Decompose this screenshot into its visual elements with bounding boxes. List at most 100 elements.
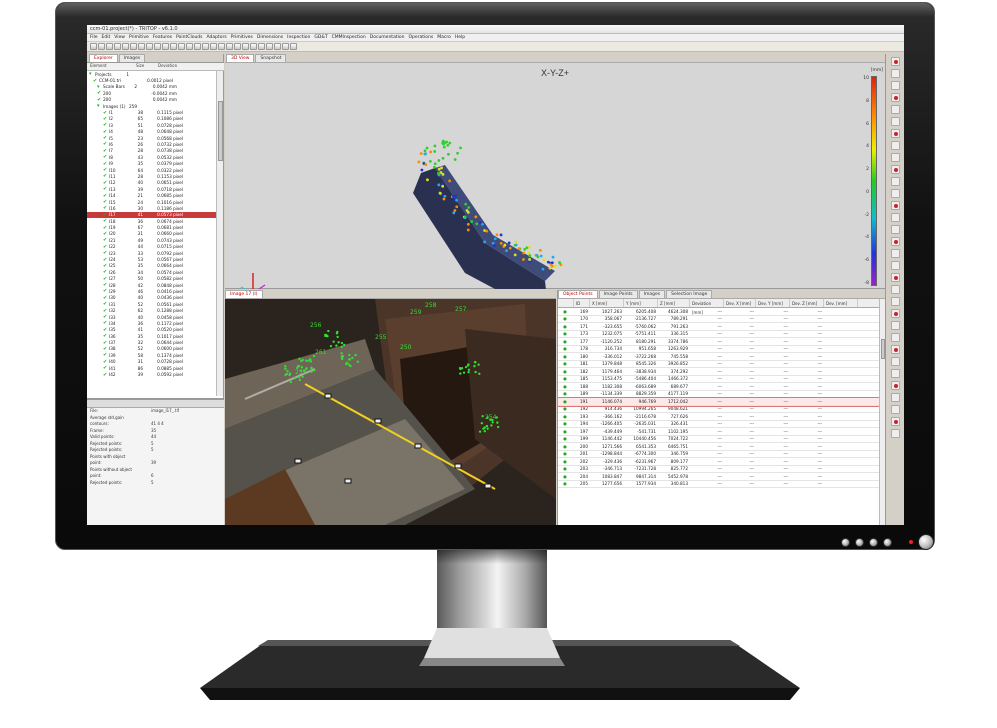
tool-icon[interactable]: [890, 297, 900, 306]
tool-icon[interactable]: [890, 429, 900, 438]
table-row[interactable]: ● 204 1083.847 9847.314 5452.978 --- --- --- ---: [558, 473, 879, 481]
check-icon[interactable]: ✔: [103, 327, 107, 332]
table-row[interactable]: ● 200 1271.566 6541.353 6465.751 --- --- --- ---: [558, 443, 879, 451]
toolbar-button[interactable]: [210, 43, 217, 50]
check-icon[interactable]: ✔: [103, 123, 107, 128]
toolbar-button[interactable]: [114, 43, 121, 50]
camera-image-view[interactable]: 257 259 256 252 250 258 261 255 254: [225, 299, 556, 525]
check-icon[interactable]: ✔: [103, 289, 107, 294]
check-icon[interactable]: ✔: [103, 168, 107, 173]
tool-icon[interactable]: [890, 93, 900, 102]
check-icon[interactable]: ✔: [103, 257, 107, 262]
tree-row[interactable]: ✔ I42 39 0.0592 pixel: [87, 371, 217, 377]
check-icon[interactable]: ✔: [103, 212, 107, 217]
column-header[interactable]: X [mm]: [590, 299, 624, 307]
table-tab[interactable]: Images: [638, 290, 666, 298]
table-row[interactable]: ● 205 1277.656 1577.934 340.813 --- --- --- ---: [558, 481, 879, 488]
column-header[interactable]: ID: [574, 299, 590, 307]
tool-icon[interactable]: [890, 57, 900, 66]
menu-item[interactable]: Primitive: [129, 35, 149, 40]
tool-icon[interactable]: [890, 129, 900, 138]
table-row[interactable]: ● 193 -366.162 -2116.678 727.626 --- --- --- ---: [558, 413, 879, 421]
tool-icon[interactable]: [890, 333, 900, 342]
check-icon[interactable]: ✔: [103, 174, 107, 179]
menu-item[interactable]: Macro: [437, 35, 451, 40]
toolbar-button[interactable]: [202, 43, 209, 50]
check-icon[interactable]: ✔: [103, 302, 107, 307]
tool-icon[interactable]: [890, 285, 900, 294]
tool-icon[interactable]: [890, 69, 900, 78]
check-icon[interactable]: ✔: [103, 225, 107, 230]
toolbar-button[interactable]: [98, 43, 105, 50]
tool-icon[interactable]: [890, 249, 900, 258]
table-row[interactable]: ● 173 1232.075 -5751.411 336.315 --- --- --- ---: [558, 331, 879, 338]
tool-icon[interactable]: [890, 381, 900, 390]
tool-icon[interactable]: [890, 345, 900, 354]
toolbar-button[interactable]: [154, 43, 161, 50]
tool-icon[interactable]: [890, 417, 900, 426]
table-row[interactable]: ● 188 1182.308 -6063.689 689.677 --- --- --- ---: [558, 383, 879, 391]
toolbar-button[interactable]: [242, 43, 249, 50]
table-row[interactable]: ● 191 1146.074 946.769 1712.042 --- --- --- ---: [558, 397, 879, 407]
tool-icon[interactable]: [890, 261, 900, 270]
check-icon[interactable]: ✔: [103, 193, 107, 198]
menu-item[interactable]: Documentation: [370, 35, 405, 40]
toolbar-button[interactable]: [146, 43, 153, 50]
check-icon[interactable]: ✔: [103, 366, 107, 371]
menu-item[interactable]: Operations: [408, 35, 433, 40]
menu-item[interactable]: Primitives: [231, 35, 253, 40]
tab-3d-view[interactable]: 3D View: [226, 54, 255, 62]
table-row[interactable]: ● 169 1027.263 6205.408 4624.308 --- --- --- ---: [558, 308, 879, 316]
tab-images[interactable]: Images: [118, 54, 146, 62]
table-scroll-thumb[interactable]: [881, 339, 885, 359]
check-icon[interactable]: ✔: [103, 129, 107, 134]
tool-icon[interactable]: [890, 141, 900, 150]
check-icon[interactable]: ✔: [103, 148, 107, 153]
check-icon[interactable]: ✔: [103, 372, 107, 377]
table-row[interactable]: ● 181 1379.848 8545.326 3926.852 --- --- --- ---: [558, 361, 879, 368]
toolbar-button[interactable]: [218, 43, 225, 50]
table-row[interactable]: ● 202 -329.436 -6231.967 809.177 --- --- --- ---: [558, 458, 879, 466]
menu-item[interactable]: Dimensions: [257, 35, 283, 40]
menu-item[interactable]: GD&T: [314, 35, 327, 40]
tab-explorer[interactable]: Explorer: [89, 54, 118, 62]
check-icon[interactable]: ✔: [103, 231, 107, 236]
toolbar-button[interactable]: [258, 43, 265, 50]
toolbar-button[interactable]: [226, 43, 233, 50]
check-icon[interactable]: ✔: [103, 359, 107, 364]
check-icon[interactable]: ✔: [103, 321, 107, 326]
menu-item[interactable]: Features: [153, 35, 172, 40]
toolbar-button[interactable]: [274, 43, 281, 50]
check-icon[interactable]: ▾: [97, 104, 101, 109]
menu-item[interactable]: PointClouds: [176, 35, 202, 40]
toolbar-button[interactable]: [130, 43, 137, 50]
power-button[interactable]: [918, 534, 934, 550]
toolbar-button[interactable]: [194, 43, 201, 50]
toolbar-button[interactable]: [122, 43, 129, 50]
table-row[interactable]: ● 177 -1120.252 8180.291 3374.786 --- --- --- --…: [558, 338, 879, 346]
tool-icon[interactable]: [890, 393, 900, 402]
table-tab[interactable]: Selection Image: [666, 290, 713, 298]
check-icon[interactable]: ✔: [103, 238, 107, 243]
tree-scroll-thumb[interactable]: [218, 101, 223, 161]
monitor-button[interactable]: [855, 537, 864, 547]
table-row[interactable]: ● 197 -439.449 -541.731 1102.195 --- --- --- ---: [558, 428, 879, 436]
tool-icon[interactable]: [890, 321, 900, 330]
tool-icon[interactable]: [890, 189, 900, 198]
column-header[interactable]: Z [mm]: [658, 299, 690, 307]
menu-item[interactable]: Edit: [102, 35, 111, 40]
check-icon[interactable]: ✔: [103, 346, 107, 351]
table-row[interactable]: ● 203 -346.713 -7231.728 825.772 --- --- --- ---: [558, 466, 879, 473]
table-row[interactable]: ● 185 1153.475 -5486.404 1466.372 --- --- --- --…: [558, 376, 879, 383]
toolbar-button[interactable]: [250, 43, 257, 50]
tool-icon[interactable]: [890, 309, 900, 318]
table-tab[interactable]: Image Points: [598, 290, 638, 298]
check-icon[interactable]: ✔: [103, 110, 107, 115]
check-icon[interactable]: ✔: [103, 353, 107, 358]
tool-icon[interactable]: [890, 165, 900, 174]
check-icon[interactable]: ✔: [103, 116, 107, 121]
table-row[interactable]: ● 171 -323.655 -5760.062 791.263 --- --- --- ---: [558, 323, 879, 331]
tool-icon[interactable]: [890, 405, 900, 414]
monitor-button[interactable]: [841, 537, 850, 547]
tool-icon[interactable]: [890, 213, 900, 222]
